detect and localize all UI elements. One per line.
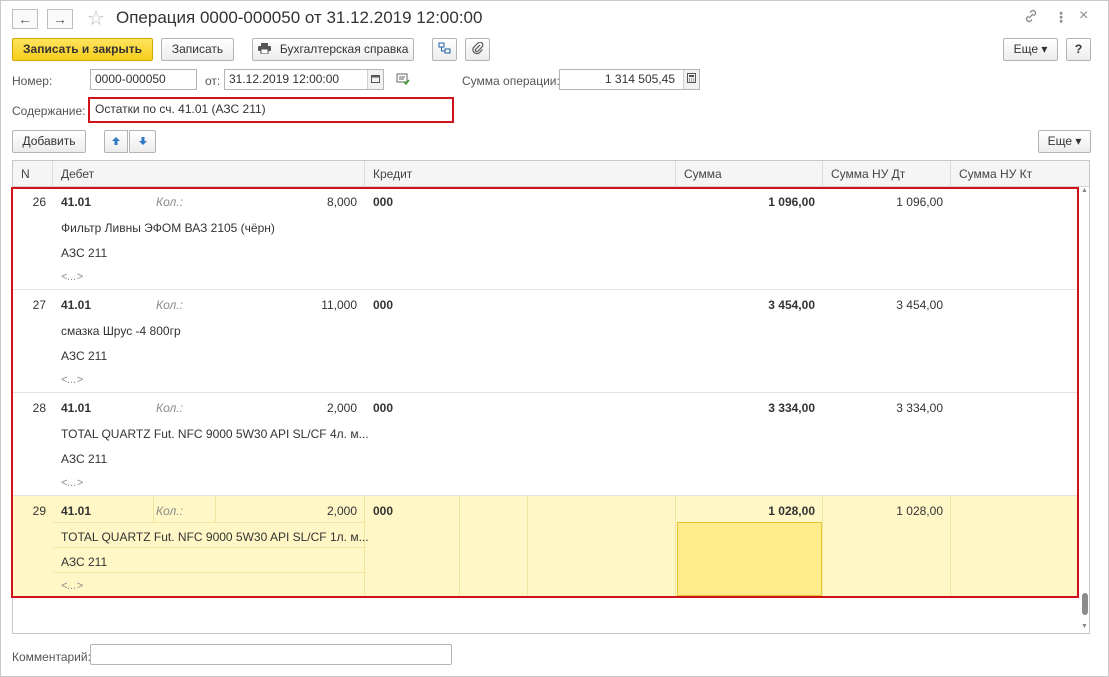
arrow-down-icon <box>138 134 148 148</box>
content-label: Содержание: <box>12 104 86 118</box>
link-icon[interactable] <box>1024 9 1038 26</box>
accounting-report-button[interactable]: Бухгалтерская справка <box>252 38 414 61</box>
arrow-up-icon <box>111 134 121 148</box>
scroll-thumb[interactable] <box>1082 593 1088 615</box>
paperclip-icon <box>471 41 484 56</box>
help-button[interactable]: ? <box>1066 38 1091 61</box>
calendar-icon[interactable] <box>367 70 383 89</box>
column-header-debit[interactable]: Дебет <box>53 161 365 187</box>
highlight-rows-frame <box>11 187 1079 598</box>
date-field[interactable]: 31.12.2019 12:00:00 <box>224 69 384 90</box>
column-header-n[interactable]: N <box>13 161 53 187</box>
amount-field[interactable]: 1 314 505,45 <box>559 69 700 90</box>
table-header: N Дебет Кредит Сумма Сумма НУ Дт Сумма Н… <box>13 161 1089 187</box>
column-header-nu-kt[interactable]: Сумма НУ Кт <box>951 161 1089 187</box>
save-button[interactable]: Записать <box>161 38 234 61</box>
date-label: от: <box>205 74 221 88</box>
date-value: 31.12.2019 12:00:00 <box>229 72 340 86</box>
close-icon[interactable]: × <box>1079 7 1088 25</box>
accounting-report-label: Бухгалтерская справка <box>279 42 409 56</box>
column-header-amount[interactable]: Сумма <box>676 161 823 187</box>
amount-label: Сумма операции: <box>462 74 560 88</box>
attach-file-button[interactable] <box>465 38 490 61</box>
select-period-icon[interactable] <box>396 72 410 89</box>
structure-button[interactable] <box>432 38 457 61</box>
number-label: Номер: <box>12 74 53 88</box>
table-more-button[interactable]: Еще ▾ <box>1038 130 1091 153</box>
calculator-icon[interactable] <box>683 70 699 89</box>
comment-input[interactable] <box>90 644 452 665</box>
amount-value: 1 314 505,45 <box>604 72 675 86</box>
arrow-left-icon: ← <box>18 11 32 27</box>
arrow-right-icon: → <box>53 11 67 27</box>
comment-label: Комментарий: <box>12 650 91 664</box>
scroll-down-icon[interactable]: ▼ <box>1081 623 1088 630</box>
table-scrollbar[interactable]: ▲ ▼ <box>1080 187 1090 633</box>
back-button[interactable]: ← <box>12 9 38 29</box>
hierarchy-icon <box>438 42 451 56</box>
move-up-button[interactable] <box>104 130 128 153</box>
column-header-nu-dt[interactable]: Сумма НУ Дт <box>823 161 951 187</box>
printer-icon <box>257 42 274 56</box>
forward-button[interactable]: → <box>47 9 73 29</box>
add-row-button[interactable]: Добавить <box>12 130 86 153</box>
save-and-close-button[interactable]: Записать и закрыть <box>12 38 153 61</box>
move-down-button[interactable] <box>129 130 156 153</box>
more-vertical-icon[interactable]: ⋮ <box>1054 9 1068 26</box>
favorite-star-icon[interactable]: ☆ <box>87 6 105 31</box>
scroll-up-icon[interactable]: ▲ <box>1081 187 1088 194</box>
more-menu-button[interactable]: Еще ▾ <box>1003 38 1058 61</box>
page-title: Операция 0000-000050 от 31.12.2019 12:00… <box>116 8 483 27</box>
highlight-content-frame <box>88 97 454 123</box>
number-field[interactable]: 0000-000050 <box>90 69 197 90</box>
column-header-credit[interactable]: Кредит <box>365 161 676 187</box>
